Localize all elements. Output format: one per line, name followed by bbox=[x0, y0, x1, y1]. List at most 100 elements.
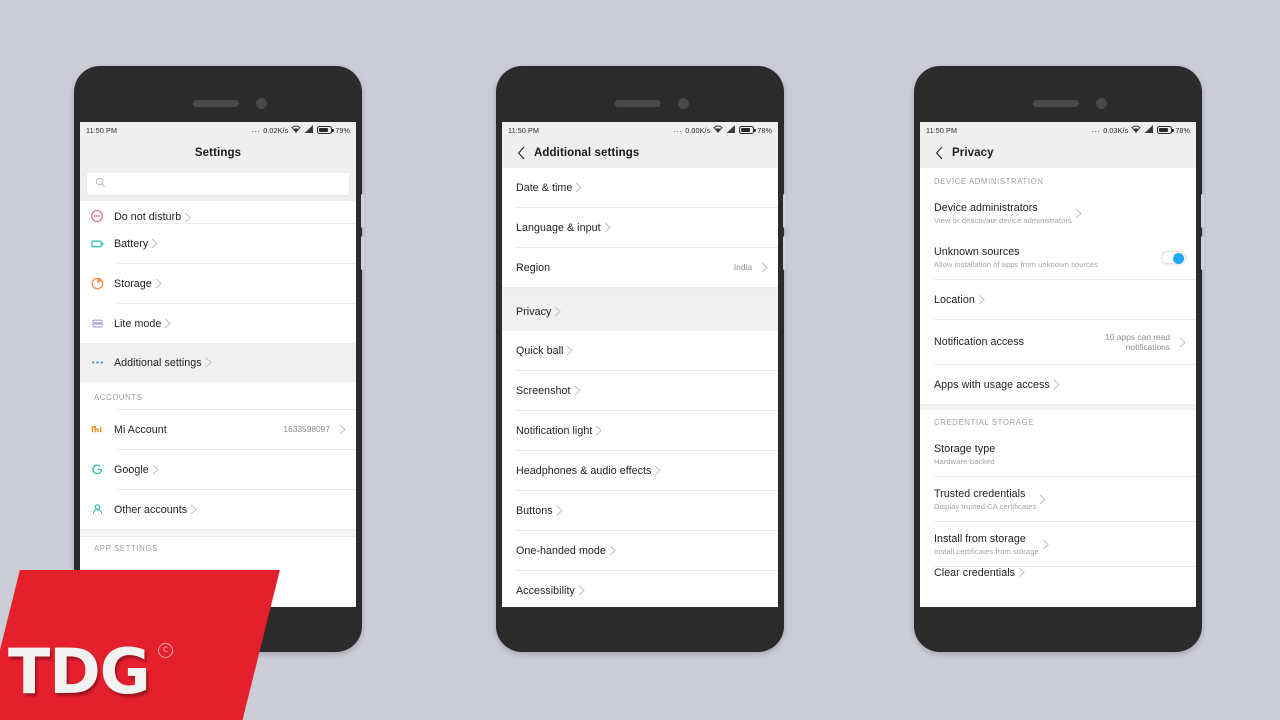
screenshot-stage: 11:50 PM ... 0.02K/s 79% Settings Do not… bbox=[0, 0, 1280, 720]
volume-button[interactable] bbox=[361, 194, 364, 228]
list-item-headphones-audio-effects[interactable]: Headphones & audio effects bbox=[502, 451, 778, 490]
back-button[interactable] bbox=[926, 146, 952, 160]
person-icon bbox=[80, 502, 114, 517]
settings-list[interactable]: Do not disturb Battery Storage Lite mode… bbox=[80, 201, 356, 607]
list-item-screenshot[interactable]: Screenshot bbox=[502, 371, 778, 410]
list-item-label: Battery bbox=[114, 237, 149, 250]
additional-settings-list[interactable]: Date & time Language & input Region Indi… bbox=[502, 168, 778, 607]
list-item-privacy[interactable]: Privacy bbox=[502, 292, 778, 331]
phone-device-privacy: 11:50 PM ... 0.03K/s 78% Privacy DEVICE … bbox=[914, 66, 1204, 652]
status-clock: 11:50 PM bbox=[508, 125, 540, 135]
back-button[interactable] bbox=[508, 146, 534, 160]
battery-icon bbox=[317, 126, 334, 134]
list-item-label: Do not disturb bbox=[114, 211, 182, 223]
battery-icon bbox=[1157, 126, 1174, 134]
list-item-location[interactable]: Location bbox=[920, 280, 1196, 319]
list-item-apps-with-usage-access[interactable]: Apps with usage access bbox=[920, 365, 1196, 404]
list-item-mi-account[interactable]: Mi Account 1633598097 bbox=[80, 410, 356, 449]
list-item-label: Screenshot bbox=[516, 384, 571, 397]
battery-percent: 78% bbox=[757, 125, 772, 135]
list-item-date-time[interactable]: Date & time bbox=[502, 168, 778, 207]
chevron-right-icon bbox=[1176, 337, 1186, 348]
list-item-accessibility[interactable]: Accessibility bbox=[502, 571, 778, 607]
chevron-right-icon bbox=[1050, 379, 1060, 390]
status-bar: 11:50 PM ... 0.00K/s 78% bbox=[502, 122, 778, 138]
list-item-install-from-storage[interactable]: Install from storage Install certificate… bbox=[920, 522, 1196, 566]
list-item-unknown-sources[interactable]: Unknown sources Allow installation of ap… bbox=[920, 235, 1196, 279]
list-item-notification-light[interactable]: Notification light bbox=[502, 411, 778, 450]
list-item-sublabel: Install certificates from storage bbox=[934, 546, 1039, 556]
list-item-region[interactable]: Region India bbox=[502, 248, 778, 287]
status-more-dots-icon: ... bbox=[1091, 125, 1101, 134]
list-item-quick-ball[interactable]: Quick ball bbox=[502, 331, 778, 370]
phone1-screen: 11:50 PM ... 0.02K/s 79% Settings Do not… bbox=[80, 122, 356, 607]
power-button[interactable] bbox=[1201, 236, 1204, 270]
status-clock: 11:50 PM bbox=[86, 125, 118, 135]
list-item-label: Apps with usage access bbox=[934, 378, 1050, 391]
list-item-additional-settings[interactable]: Additional settings bbox=[80, 343, 356, 382]
list-item-value: 10 apps can read notifications bbox=[1105, 331, 1170, 353]
chevron-right-icon bbox=[1039, 539, 1049, 550]
chevron-right-icon bbox=[553, 505, 563, 516]
chevron-right-icon bbox=[592, 425, 603, 436]
privacy-list[interactable]: DEVICE ADMINISTRATION Device administrat… bbox=[920, 168, 1196, 607]
battery-percent: 79% bbox=[335, 125, 350, 135]
earpiece-speaker bbox=[1032, 100, 1079, 107]
search-input[interactable] bbox=[87, 173, 349, 195]
list-item-device-administrators[interactable]: Device administrators View or deactivate… bbox=[920, 191, 1196, 235]
section-header-app-settings: APP SETTINGS bbox=[80, 537, 356, 560]
list-item-trusted-credentials[interactable]: Trusted credentials Display trusted CA c… bbox=[920, 477, 1196, 521]
list-item-sublabel: Display trusted CA certificates bbox=[934, 501, 1037, 511]
list-item-google[interactable]: Google bbox=[80, 450, 356, 489]
list-item-label: Google bbox=[114, 463, 149, 476]
list-item-value: 1633598097 bbox=[283, 424, 330, 435]
chevron-right-icon bbox=[563, 345, 574, 356]
list-item-label: Storage bbox=[114, 277, 152, 290]
front-camera bbox=[678, 98, 689, 109]
list-item-sublabel: Hardware-backed bbox=[934, 456, 995, 466]
list-item-label: Date & time bbox=[516, 181, 573, 194]
wifi-icon bbox=[1131, 125, 1141, 135]
list-item-other-accounts[interactable]: Other accounts bbox=[80, 490, 356, 529]
list-item-language-input[interactable]: Language & input bbox=[502, 208, 778, 247]
list-item-storage-type[interactable]: Storage type Hardware-backed bbox=[920, 432, 1196, 476]
status-bar: 11:50 PM ... 0.02K/s 79% bbox=[80, 122, 356, 138]
list-item-one-handed-mode[interactable]: One-handed mode bbox=[502, 531, 778, 570]
cellular-signal-icon bbox=[1144, 125, 1154, 135]
list-item-battery[interactable]: Battery bbox=[80, 224, 356, 263]
list-item-label: Language & input bbox=[516, 221, 601, 234]
chevron-right-icon bbox=[551, 306, 562, 317]
chevron-right-icon bbox=[181, 212, 192, 223]
app-bar: Additional settings bbox=[502, 138, 778, 168]
section-header-accounts: ACCOUNTS bbox=[80, 382, 356, 409]
list-item-notification-access[interactable]: Notification access 10 apps can read not… bbox=[920, 320, 1196, 364]
power-button[interactable] bbox=[783, 236, 786, 270]
list-item-buttons[interactable]: Buttons bbox=[502, 491, 778, 530]
list-item-storage[interactable]: Storage bbox=[80, 264, 356, 303]
chevron-right-icon bbox=[758, 262, 768, 273]
page-title: Additional settings bbox=[534, 147, 640, 159]
unknown-sources-toggle[interactable] bbox=[1161, 250, 1186, 264]
volume-button[interactable] bbox=[1201, 194, 1204, 228]
list-item-label: Headphones & audio effects bbox=[516, 464, 652, 477]
battery-icon bbox=[80, 236, 114, 251]
power-button[interactable] bbox=[361, 236, 364, 270]
list-item-system-apps[interactable]: System apps bbox=[80, 560, 356, 599]
section-gap bbox=[80, 529, 356, 537]
list-item-clear-credentials[interactable]: Clear credentials bbox=[920, 567, 1196, 585]
list-item-label: Location bbox=[934, 293, 975, 306]
phone3-screen: 11:50 PM ... 0.03K/s 78% Privacy DEVICE … bbox=[920, 122, 1196, 607]
status-more-dots-icon: ... bbox=[251, 125, 261, 134]
list-item-label: Device administrators bbox=[934, 201, 1038, 214]
list-item-do-not-disturb[interactable]: Do not disturb bbox=[80, 201, 356, 223]
chevron-right-icon bbox=[161, 318, 172, 329]
list-item-label: Trusted credentials bbox=[934, 487, 1026, 500]
list-item-label: Notification access bbox=[934, 336, 1025, 348]
list-item-label: Other accounts bbox=[114, 503, 188, 516]
battery-icon bbox=[739, 126, 756, 134]
volume-button[interactable] bbox=[783, 194, 786, 228]
chevron-right-icon bbox=[336, 424, 346, 435]
earpiece-speaker bbox=[614, 100, 661, 107]
list-item-label: Region bbox=[516, 261, 551, 274]
list-item-lite-mode[interactable]: Lite mode bbox=[80, 304, 356, 343]
